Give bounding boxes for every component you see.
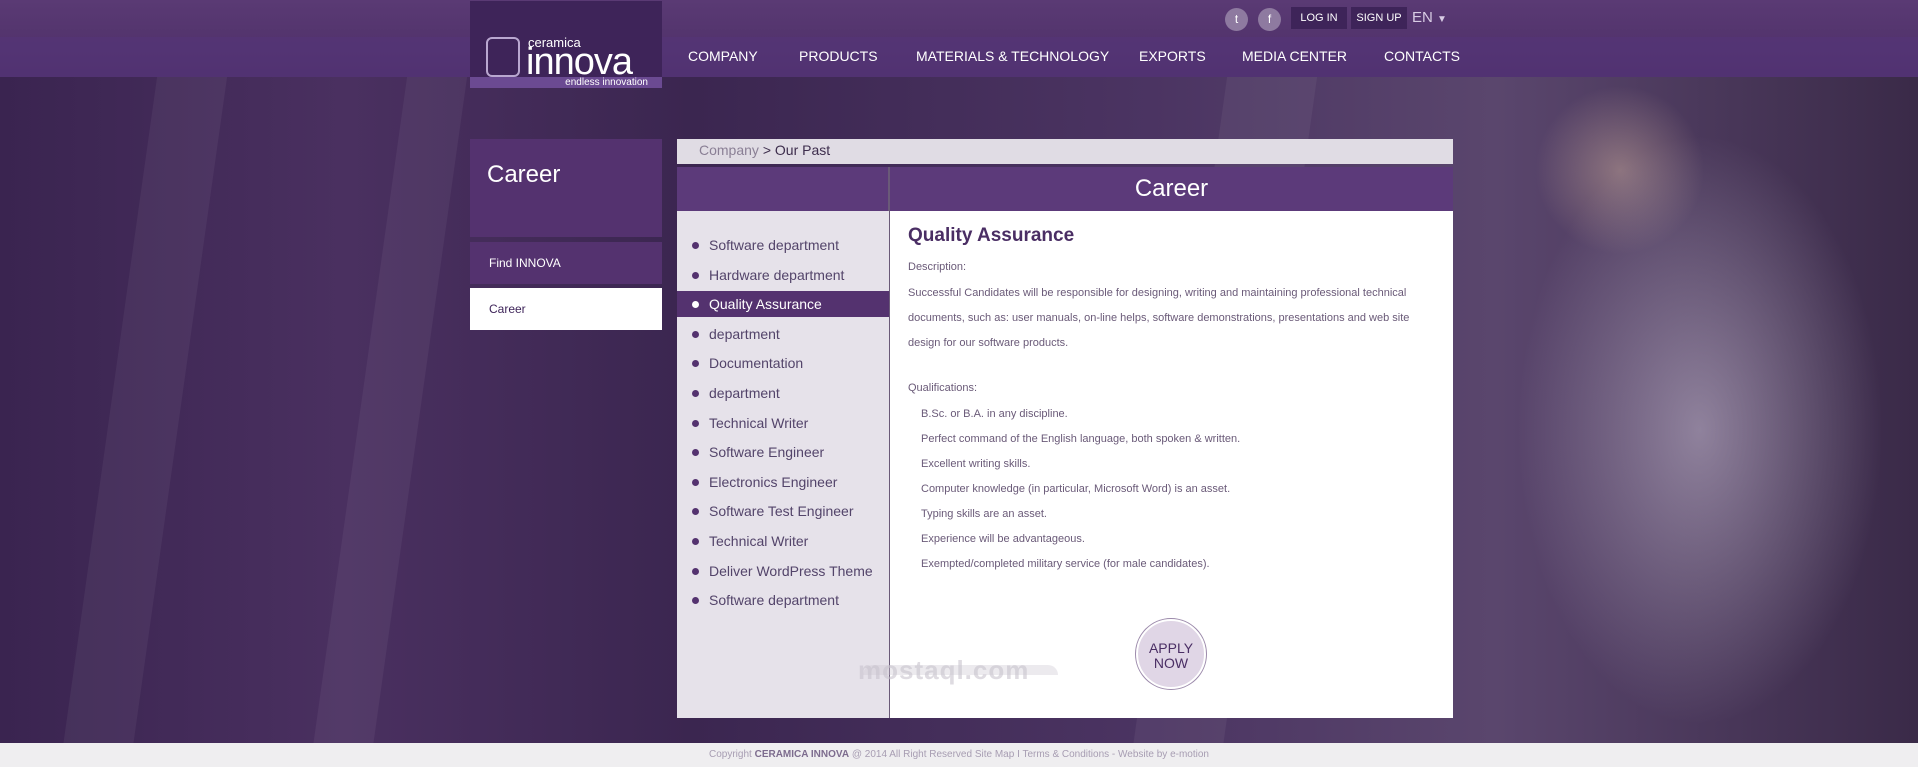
background-column: [62, 77, 228, 747]
apply-now-button[interactable]: APPLY NOW: [1136, 619, 1206, 689]
job-list-item[interactable]: Quality Assurance: [677, 291, 889, 317]
nav-contacts[interactable]: CONTACTS: [1384, 48, 1460, 64]
breadcrumb-current: Our Past: [774, 142, 831, 158]
job-list-item-label: Quality Assurance: [709, 296, 822, 312]
job-detail: Quality Assurance Description: Successfu…: [908, 225, 1438, 577]
job-list-item[interactable]: Software Engineer: [677, 439, 889, 465]
bullet-icon: [692, 449, 699, 456]
bullet-icon: [692, 390, 699, 397]
bullet-icon: [692, 242, 699, 249]
job-list-item-label: Documentation: [709, 355, 804, 371]
bullet-icon: [692, 301, 699, 308]
job-list-item[interactable]: Documentation: [677, 350, 889, 376]
card-title: Career: [1134, 175, 1209, 202]
nav-exports[interactable]: EXPORTS: [1139, 48, 1206, 64]
breadcrumb: Company > Our Past: [677, 139, 1453, 164]
job-list-item-label: Software Test Engineer: [709, 503, 854, 519]
job-list-item[interactable]: Deliver WordPress Theme: [677, 558, 889, 584]
job-list-item-label: Deliver WordPress Theme: [709, 563, 873, 579]
job-list-item-label: department: [709, 326, 780, 342]
nav-media-center[interactable]: MEDIA CENTER: [1242, 48, 1347, 64]
job-list-item-label: Technical Writer: [709, 415, 809, 431]
language-selector[interactable]: EN ▼: [1412, 9, 1447, 26]
qualifications-label: Qualifications:: [908, 382, 978, 394]
apply-label-line1: APPLY: [1148, 640, 1194, 656]
sidebar-item-find-innova[interactable]: Find INNOVA: [470, 242, 662, 284]
job-list-item[interactable]: Technical Writer: [677, 410, 889, 436]
job-list-item[interactable]: Software department: [677, 587, 889, 613]
bullet-icon: [692, 597, 699, 604]
footer-brand[interactable]: CERAMICA INNOVA: [755, 749, 849, 760]
job-list-item-label: Technical Writer: [709, 533, 809, 549]
qualification-item: Exempted/completed military service (for…: [921, 558, 1210, 570]
bullet-icon: [692, 479, 699, 486]
qualification-item: Excellent writing skills.: [921, 458, 1031, 470]
qualification-item: Experience will be advantageous.: [921, 533, 1085, 545]
footer-links[interactable]: @ 2014 All Right Reserved Site Map I Ter…: [852, 749, 1209, 760]
qualification-item: Perfect command of the English language,…: [921, 433, 1241, 445]
bullet-icon: [692, 538, 699, 545]
login-button[interactable]: LOG IN: [1291, 7, 1347, 29]
nav-products[interactable]: PRODUCTS: [799, 48, 878, 64]
twitter-icon[interactable]: t: [1225, 8, 1248, 31]
job-list-item-label: Software department: [709, 237, 839, 253]
qualification-item: Computer knowledge (in particular, Micro…: [921, 483, 1231, 495]
description-label: Description:: [908, 261, 967, 273]
top-header: [0, 0, 1918, 77]
language-label: EN: [1412, 9, 1433, 26]
logo-tagline: endless innovation: [565, 77, 648, 88]
job-list: Software department Hardware department Qu…: [677, 211, 889, 718]
logo-mark-icon: [486, 37, 520, 77]
job-list-item[interactable]: Software department: [677, 232, 889, 258]
career-card: Career Software department Hardware depar…: [677, 167, 1453, 718]
footer-copyright: Copyright: [709, 749, 752, 760]
bullet-icon: [692, 420, 699, 427]
bullet-icon: [692, 331, 699, 338]
job-list-item[interactable]: Hardware department: [677, 262, 889, 288]
sidebar-item-career[interactable]: Career: [470, 288, 662, 330]
breadcrumb-separator: >: [762, 142, 771, 158]
sidebar-title: Career: [470, 139, 662, 237]
breadcrumb-parent[interactable]: Company: [699, 142, 759, 158]
job-list-item[interactable]: Electronics Engineer: [677, 469, 889, 495]
bullet-icon: [692, 568, 699, 575]
bullet-icon: [692, 360, 699, 367]
description-text: Successful Candidates will be responsibl…: [908, 287, 1410, 349]
job-list-item[interactable]: Software Test Engineer: [677, 498, 889, 524]
bullet-icon: [692, 508, 699, 515]
nav-company[interactable]: COMPANY: [688, 48, 758, 64]
job-list-item-label: Electronics Engineer: [709, 474, 838, 490]
job-list-item-label: department: [709, 385, 780, 401]
bullet-icon: [692, 272, 699, 279]
nav-materials-technology[interactable]: MATERIALS & TECHNOLOGY: [916, 48, 1109, 64]
job-list-item[interactable]: Technical Writer: [677, 528, 889, 554]
chevron-down-icon: ▼: [1437, 14, 1447, 25]
site-logo[interactable]: ceramica innova endless innovation: [470, 1, 662, 88]
background-column: [312, 77, 468, 747]
job-list-item-label: Software Engineer: [709, 444, 825, 460]
footer: Copyright CERAMICA INNOVA @ 2014 All Rig…: [0, 743, 1918, 767]
signup-button[interactable]: SIGN UP: [1351, 7, 1407, 29]
qualification-item: Typing skills are an asset.: [921, 508, 1047, 520]
watermark: mostaql.com: [858, 655, 1030, 685]
job-title: Quality Assurance: [908, 225, 1075, 246]
job-list-item-label: Hardware department: [709, 267, 845, 283]
qualification-item: B.Sc. or B.A. in any discipline.: [921, 408, 1068, 420]
job-list-item-label: Software department: [709, 592, 839, 608]
facebook-icon[interactable]: f: [1258, 8, 1281, 31]
job-list-item[interactable]: department: [677, 321, 889, 347]
apply-label-line2: NOW: [1153, 655, 1189, 671]
job-list-item[interactable]: department: [677, 380, 889, 406]
qualifications-list: B.Sc. or B.A. in any discipline. Perfect…: [908, 402, 1438, 577]
